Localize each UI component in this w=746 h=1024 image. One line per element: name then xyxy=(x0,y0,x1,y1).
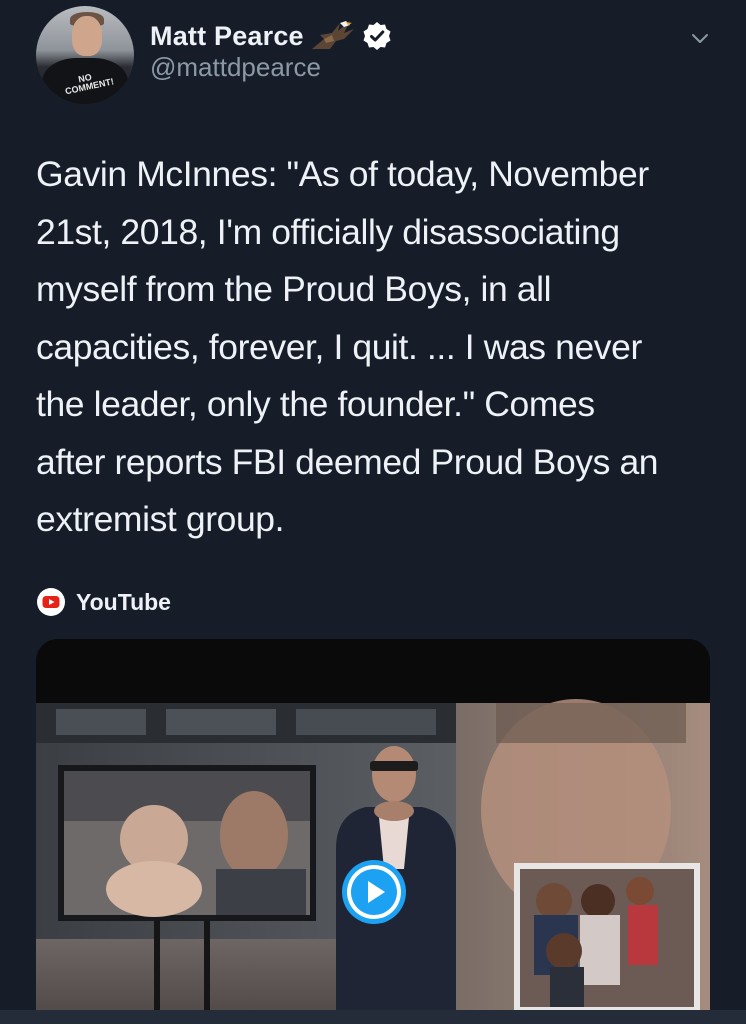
tweet-detail-screen: NO COMMENT! Matt Pearce @mattdpearce Gav… xyxy=(0,0,746,1024)
chevron-down-icon[interactable] xyxy=(686,24,714,52)
play-icon xyxy=(342,860,406,924)
author-name-row[interactable]: Matt Pearce xyxy=(150,16,392,56)
eagle-icon xyxy=(310,19,356,53)
author-name[interactable]: Matt Pearce xyxy=(150,21,304,52)
video-thumbnail[interactable] xyxy=(36,639,710,1024)
author-handle[interactable]: @mattdpearce xyxy=(150,52,321,83)
avatar[interactable]: NO COMMENT! xyxy=(36,6,134,104)
avatar-face xyxy=(72,16,102,56)
source-label: YouTube xyxy=(76,588,171,615)
tweet-text: Gavin McInnes: "As of today, November 21… xyxy=(36,154,659,539)
verified-badge-icon xyxy=(362,21,392,51)
video-thumbnail-image xyxy=(36,639,710,1024)
bottom-divider xyxy=(0,1010,746,1024)
link-source[interactable]: YouTube xyxy=(36,585,171,619)
youtube-icon xyxy=(36,587,66,617)
play-button[interactable] xyxy=(340,858,408,926)
